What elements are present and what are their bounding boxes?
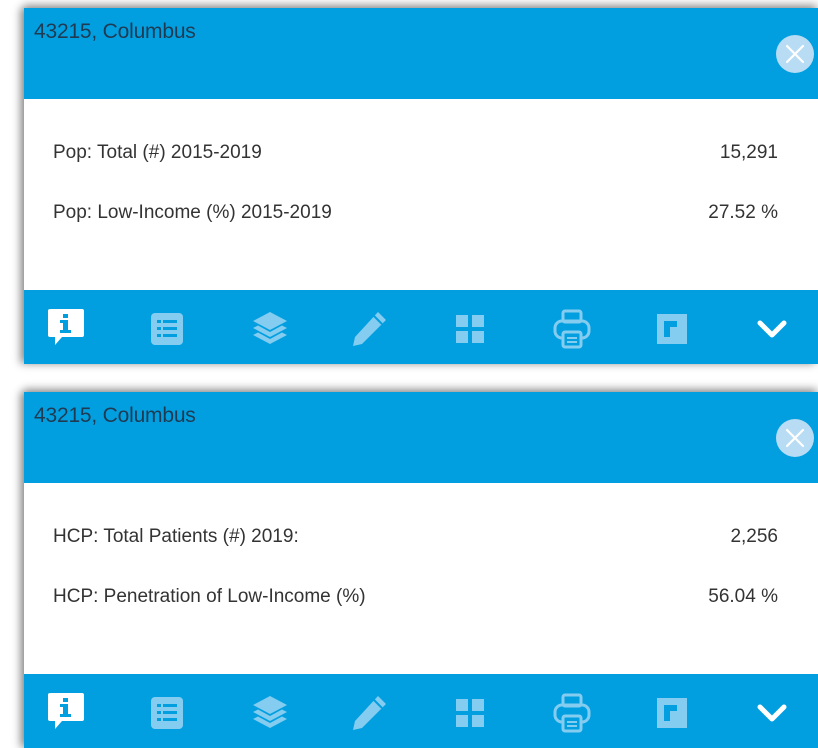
dock-button[interactable]: [650, 307, 694, 351]
attribute-value: 27.52 %: [708, 202, 778, 223]
collapse-button[interactable]: [750, 307, 794, 351]
popup-panel-1: 43215, Columbus Pop: Total (#) 2015-2019…: [24, 8, 818, 364]
pencil-icon: [353, 696, 386, 730]
edit-button[interactable]: [347, 691, 391, 735]
attribute-label: Pop: Low-Income (%) 2015-2019: [53, 202, 332, 223]
print-button[interactable]: [550, 691, 594, 735]
collapse-button[interactable]: [750, 691, 794, 735]
attribute-value: 2,256: [730, 526, 778, 547]
attribute-label: Pop: Total (#) 2015-2019: [53, 142, 262, 163]
popup-header: 43215, Columbus: [24, 392, 818, 483]
dock-button[interactable]: [650, 691, 694, 735]
attribute-value: 15,291: [719, 142, 778, 163]
list-icon: [151, 697, 183, 729]
layers-button[interactable]: [248, 691, 292, 735]
info-icon: [48, 309, 84, 345]
print-icon: [553, 693, 591, 733]
attribute-row: HCP: Penetration of Low-Income (%) 56.04…: [53, 582, 778, 612]
chevron-down-icon: [757, 704, 787, 722]
attribute-row: Pop: Total (#) 2015-2019 15,291: [53, 138, 778, 168]
pencil-icon: [353, 312, 386, 346]
close-icon: [785, 428, 805, 448]
layers-icon: [253, 696, 287, 728]
info-button[interactable]: [44, 691, 88, 735]
close-button[interactable]: [776, 35, 814, 73]
layers-button[interactable]: [248, 307, 292, 351]
list-icon: [151, 313, 183, 345]
print-button[interactable]: [550, 307, 594, 351]
popup-title: 43215, Columbus: [34, 20, 196, 43]
list-button[interactable]: [145, 691, 189, 735]
grid-icon: [456, 699, 484, 727]
print-icon: [553, 309, 591, 349]
popup-title: 43215, Columbus: [34, 404, 196, 427]
grid-button[interactable]: [448, 691, 492, 735]
attribute-value: 56.04 %: [708, 586, 778, 607]
info-icon: [48, 693, 84, 729]
attribute-label: HCP: Total Patients (#) 2019:: [53, 526, 299, 547]
list-button[interactable]: [145, 307, 189, 351]
square-icon: [657, 698, 687, 728]
layers-icon: [253, 312, 287, 344]
close-button[interactable]: [776, 419, 814, 457]
popup-toolbar: [24, 674, 818, 748]
attribute-row: HCP: Total Patients (#) 2019: 2,256: [53, 522, 778, 552]
attribute-label: HCP: Penetration of Low-Income (%): [53, 586, 366, 607]
popup-toolbar: [24, 290, 818, 364]
popup-body: HCP: Total Patients (#) 2019: 2,256 HCP:…: [24, 483, 818, 674]
square-icon: [657, 314, 687, 344]
edit-button[interactable]: [347, 307, 391, 351]
close-icon: [785, 44, 805, 64]
grid-button[interactable]: [448, 307, 492, 351]
grid-icon: [456, 315, 484, 343]
popup-header: 43215, Columbus: [24, 8, 818, 99]
popup-body: Pop: Total (#) 2015-2019 15,291 Pop: Low…: [24, 99, 818, 290]
info-button[interactable]: [44, 307, 88, 351]
popup-panel-2: 43215, Columbus HCP: Total Patients (#) …: [24, 392, 818, 748]
attribute-row: Pop: Low-Income (%) 2015-2019 27.52 %: [53, 198, 778, 228]
chevron-down-icon: [757, 320, 787, 338]
